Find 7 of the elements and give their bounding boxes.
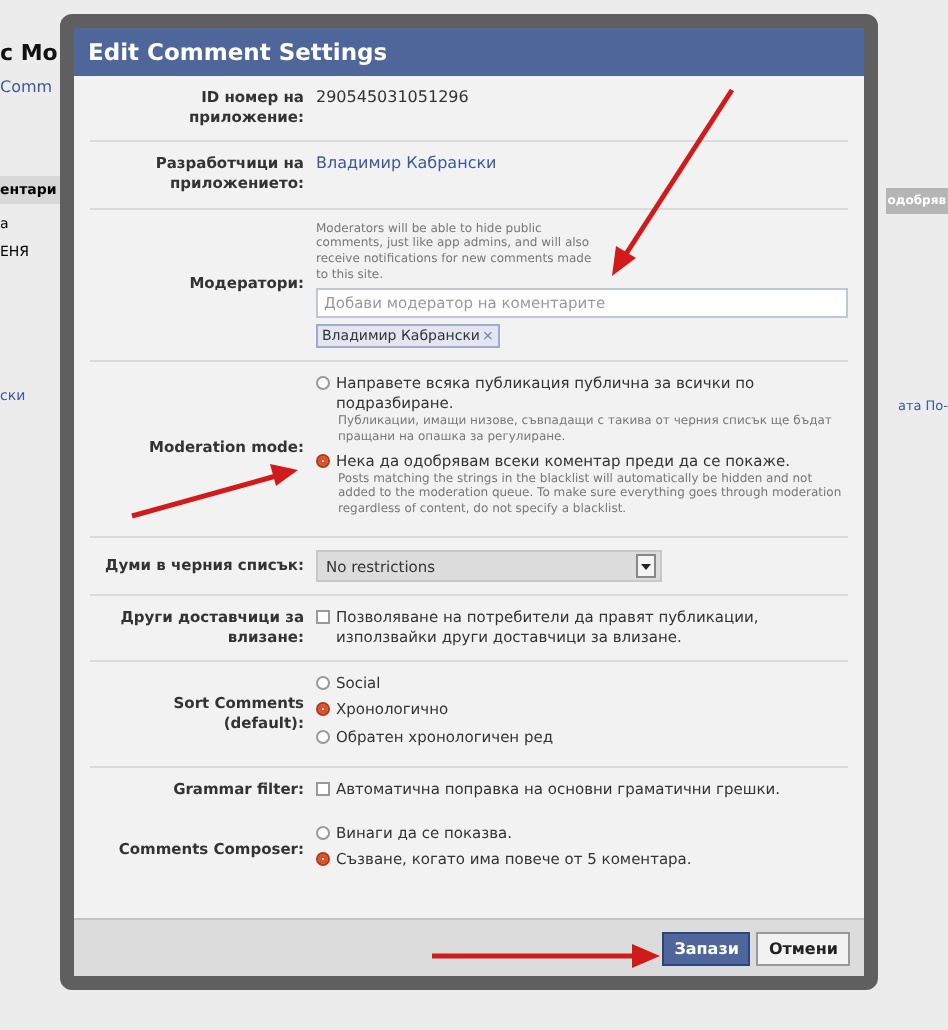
dialog-title: Edit Comment Settings (74, 28, 864, 76)
developer-link[interactable]: Владимир Кабрански (316, 154, 497, 173)
page-link[interactable]: Comm (0, 78, 64, 96)
cancel-button[interactable]: Отмени (756, 931, 850, 965)
save-button[interactable]: Запази (662, 931, 751, 965)
page-title: c Mo (0, 40, 60, 66)
app-id: 290545031051296 (316, 88, 469, 106)
